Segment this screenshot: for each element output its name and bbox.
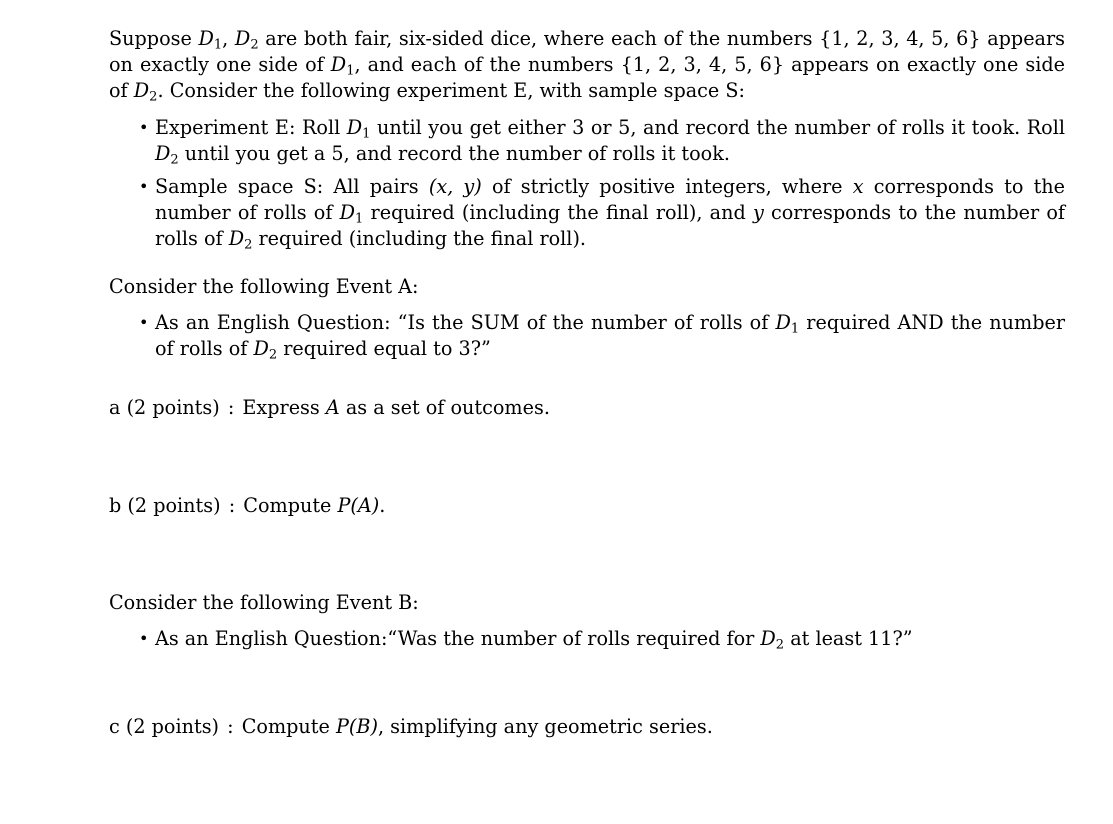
probability-expression-pa: P(A) — [337, 493, 380, 517]
event-b-text-b: at least 11?” — [784, 627, 913, 651]
bullet-dot-icon: • — [139, 176, 149, 196]
part-a-colon: : — [227, 395, 235, 419]
variable-y: y — [752, 200, 764, 224]
dice-symbol-d2-event-b: D2 — [760, 627, 785, 653]
experiment-text-a: Experiment E: Roll — [155, 116, 347, 140]
intro-paragraph: Suppose D1, D2 are both fair, six-sided … — [109, 26, 1065, 103]
bullet-sample-space-s: • Sample space S: All pairs (x, y) of str… — [109, 174, 1065, 251]
event-b-bullet-list: • As an English Question:“Was the number … — [109, 626, 1065, 652]
intro-sentence-2: Consider the following experiment E, wit… — [169, 78, 745, 102]
event-a-text-c: required equal to 3?” — [277, 336, 491, 360]
intro-period: . — [157, 78, 164, 102]
document-page: Suppose D1, D2 are both fair, six-sided … — [0, 0, 1113, 824]
event-b-text-a: As an English Question:“Was the number o… — [155, 627, 761, 651]
spacer-after-intro — [109, 251, 1065, 274]
intro-text-a: are both fair, six-sided dice, where eac… — [258, 27, 820, 50]
set-notation-first: {1, 2, 3, 4, 5, 6} — [819, 27, 981, 50]
answer-space-before-c — [109, 652, 1065, 714]
dice-symbol-d1-event-a: D1 — [775, 311, 800, 337]
pair-notation-xy: (x, y) — [428, 174, 482, 198]
experiment-bullet-list: • Experiment E: Roll D1 until you get eit… — [109, 115, 1065, 251]
event-b-heading: Consider the following Event B: — [109, 591, 419, 615]
variable-x: x — [852, 174, 864, 198]
answer-space-a — [109, 421, 1065, 493]
dice-symbol-d1-exp: D1 — [346, 116, 371, 143]
bullet-experiment-e: • Experiment E: Roll D1 until you get eit… — [109, 115, 1065, 167]
part-a-text-b: as a set of outcomes. — [339, 395, 550, 419]
dice-symbol-d2-exp: D2 — [155, 142, 179, 168]
part-b-text-a: Compute — [243, 493, 338, 517]
probability-expression-pb: P(B) — [335, 714, 378, 738]
part-b-label: b — [109, 493, 122, 517]
set-notation-second: {1, 2, 3, 4, 5, 6} — [620, 52, 785, 76]
bullet-dot-icon: • — [139, 313, 149, 333]
part-c-points: (2 points) — [125, 714, 220, 738]
dice-symbol-d1-sample: D1 — [339, 200, 364, 227]
sample-text-d: required (including the final roll), and — [363, 200, 753, 224]
sample-text-f: required (including the final roll). — [252, 226, 587, 250]
event-a-heading: Consider the following Event A: — [109, 275, 419, 299]
bullet-dot-icon: • — [139, 118, 149, 138]
answer-space-b — [109, 518, 1065, 590]
part-c-label: c — [109, 714, 120, 738]
part-a-points: (2 points) — [126, 395, 220, 419]
sample-text-b: of strictly positive integers, where — [481, 174, 853, 198]
dice-symbol-d1: D1 — [198, 27, 223, 53]
intro-text-c: , and each of the numbers — [354, 52, 621, 76]
part-b-points: (2 points) — [127, 493, 221, 517]
intro-prefix: Suppose — [109, 27, 199, 50]
dice-symbol-d2-sample: D2 — [228, 226, 253, 253]
part-a-text-a: Express — [242, 395, 326, 419]
dice-symbol-d2-ref: D2 — [133, 78, 158, 105]
event-symbol-a: A — [325, 395, 340, 419]
bullet-event-a-question: • As an English Question: “Is the SUM of … — [109, 310, 1065, 362]
part-a-label: a — [109, 395, 121, 419]
dice-symbol-d2-event-a: D2 — [253, 336, 278, 363]
part-a-prompt: a (2 points) : Express A as a set of out… — [109, 395, 1065, 421]
dice-symbol-d1-ref: D1 — [330, 52, 355, 79]
part-c-prompt: c (2 points) : Compute P(B), simplifying… — [109, 714, 1065, 740]
experiment-text-b: until you get either 3 or 5, and record … — [370, 116, 1065, 140]
bullet-dot-icon: • — [139, 629, 149, 649]
part-c-text-a: Compute — [241, 714, 336, 738]
part-c-colon: : — [227, 714, 234, 738]
part-b-prompt: b (2 points) : Compute P(A). — [109, 493, 1065, 519]
part-b-colon: : — [228, 493, 236, 517]
bullet-event-b-question: • As an English Question:“Was the number … — [109, 626, 1065, 652]
event-a-text-a: As an English Question: “Is the SUM of t… — [155, 311, 776, 335]
sample-text-a: Sample space S: All pairs — [155, 174, 429, 198]
dice-symbol-d2: D2 — [234, 27, 259, 53]
experiment-text-c: until you get a 5, and record the number… — [178, 142, 730, 166]
part-c-text-b: , simplifying any geometric series. — [377, 714, 713, 738]
comma-separator: , — [222, 27, 235, 50]
spacer-after-event-a — [109, 362, 1065, 395]
part-b-text-b: . — [379, 493, 386, 517]
event-a-bullet-list: • As an English Question: “Is the SUM of … — [109, 310, 1065, 362]
